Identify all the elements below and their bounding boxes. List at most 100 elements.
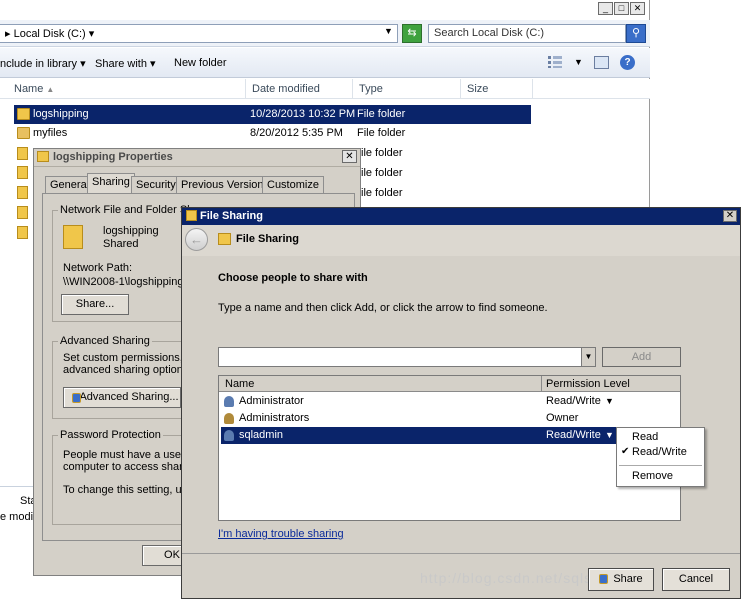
network-sharing-group-title: Network File and Folder Sha	[58, 204, 202, 216]
tab-customize[interactable]: Customize	[262, 176, 324, 193]
file-type: ile folder	[361, 167, 403, 179]
file-row[interactable]: myfiles 8/20/2012 5:35 PM File folder	[14, 124, 531, 143]
views-icon[interactable]	[548, 56, 562, 68]
user-icon	[224, 396, 234, 407]
folder-icon	[37, 151, 49, 162]
share-button-label: Share	[613, 573, 643, 585]
preview-pane-icon[interactable]	[594, 56, 609, 69]
menu-item-read-write[interactable]: Read/Write	[632, 446, 687, 458]
views-dropdown-icon[interactable]: ▼	[574, 57, 583, 67]
close-icon[interactable]: ✕	[723, 210, 737, 222]
column-divider	[541, 376, 542, 392]
column-name[interactable]: Name	[225, 378, 254, 390]
chevron-down-icon[interactable]: ▼	[605, 393, 614, 410]
share-state: Shared	[103, 238, 139, 250]
maximize-button[interactable]: □	[614, 2, 629, 15]
file-type: ile folder	[361, 147, 403, 159]
search-icon[interactable]: ⚲	[626, 24, 646, 43]
people-combo-input[interactable]	[218, 347, 596, 367]
folder-icon	[17, 226, 28, 239]
advanced-sharing-button[interactable]: Advanced Sharing...	[63, 387, 181, 408]
password-protection-desc: To change this setting, use	[63, 484, 194, 496]
folder-icon	[17, 108, 30, 120]
column-size[interactable]: Size	[461, 79, 533, 99]
address-bar[interactable]: ▸ Local Disk (C:) ▾	[0, 24, 398, 43]
search-input[interactable]: Search Local Disk (C:)	[428, 24, 626, 43]
folder-icon	[17, 186, 28, 199]
user-name: sqladmin	[239, 429, 284, 441]
menu-item-remove[interactable]: Remove	[632, 470, 673, 482]
shield-icon	[599, 574, 608, 584]
tab-security[interactable]: Security	[131, 176, 181, 193]
file-sharing-title: File Sharing	[200, 210, 263, 222]
permission-level[interactable]: Read/Write	[546, 427, 601, 444]
include-in-library-label: nclude in library	[0, 58, 78, 70]
folder-icon	[17, 147, 28, 160]
menu-item-read[interactable]: Read	[632, 431, 658, 443]
permission-level[interactable]: Read/Write	[546, 393, 601, 410]
refresh-icon[interactable]: ⇆	[402, 24, 422, 43]
advanced-sharing-group-title: Advanced Sharing	[58, 335, 152, 347]
file-row[interactable]: logshipping 10/28/2013 10:32 PM File fol…	[14, 105, 531, 124]
minimize-button[interactable]: _	[598, 2, 613, 15]
column-name[interactable]: Name ▲	[8, 79, 246, 99]
advanced-sharing-desc: advanced sharing options.	[63, 364, 192, 376]
address-text: Local Disk (C:)	[13, 28, 86, 40]
chevron-down-icon[interactable]: ▼	[581, 348, 595, 366]
trouble-sharing-link[interactable]: I'm having trouble sharing	[218, 528, 344, 540]
chevron-down-icon[interactable]: ▼	[605, 427, 614, 444]
wizard-heading: Choose people to share with	[218, 272, 368, 284]
file-type: File folder	[357, 108, 406, 120]
window-controls: _ □ ✕	[598, 2, 648, 16]
advanced-sharing-label: Advanced Sharing...	[79, 391, 179, 403]
network-path-value: \\WIN2008-1\logshipping	[63, 276, 184, 288]
address-chevron-icon: ▸	[5, 28, 14, 40]
sort-up-icon: ▲	[46, 85, 55, 94]
column-date-modified[interactable]: Date modified	[246, 79, 353, 99]
user-icon	[224, 430, 234, 441]
column-name-label: Name	[14, 83, 44, 95]
include-in-library-menu[interactable]: nclude in library ▾	[0, 57, 86, 70]
column-type[interactable]: Type	[353, 79, 461, 99]
permission-level: Owner	[546, 412, 579, 424]
folder-name: logshipping	[103, 225, 159, 237]
address-crumb-arrow-icon: ▾	[85, 28, 95, 40]
password-protection-group-title: Password Protection	[58, 429, 163, 441]
tab-previous-versions[interactable]: Previous Versions	[176, 176, 275, 193]
close-icon[interactable]: ✕	[342, 150, 357, 163]
file-date: 8/20/2012 5:35 PM	[250, 127, 343, 139]
list-item[interactable]: sqladmin Read/Write ▼	[221, 427, 616, 444]
address-dropdown-icon[interactable]: ▼	[384, 26, 393, 36]
share-button[interactable]: Share...	[61, 294, 129, 315]
cancel-button[interactable]: Cancel	[662, 568, 730, 591]
file-sharing-titlebar	[182, 208, 740, 225]
file-name: logshipping	[33, 108, 89, 120]
help-icon[interactable]: ?	[620, 55, 635, 70]
share-button[interactable]: Share	[588, 568, 654, 591]
check-icon: ✔	[621, 446, 630, 457]
new-folder-button[interactable]: New folder	[174, 57, 227, 69]
status-text: e modi	[0, 511, 34, 523]
file-date: 10/28/2013 10:32 PM	[250, 108, 356, 120]
close-button[interactable]: ✕	[630, 2, 645, 15]
shared-folder-icon	[17, 127, 30, 139]
user-name: Administrators	[239, 412, 310, 424]
network-path-label: Network Path:	[63, 262, 133, 274]
share-with-menu[interactable]: Share with ▾	[95, 57, 156, 70]
list-item[interactable]: Administrators Owner	[221, 410, 680, 427]
password-protection-desc: computer to access shared	[63, 461, 196, 473]
menu-divider	[619, 465, 702, 466]
user-name: Administrator	[239, 395, 304, 407]
wizard-title: File Sharing	[236, 233, 299, 245]
properties-title: logshipping Properties	[53, 151, 173, 163]
sharing-icon	[218, 233, 231, 245]
shield-icon	[72, 393, 81, 403]
add-button[interactable]: Add	[602, 347, 681, 367]
share-with-label: Share with	[95, 58, 147, 70]
folder-icon	[17, 166, 28, 179]
tab-sharing[interactable]: Sharing	[87, 173, 135, 194]
column-permission-level[interactable]: Permission Level	[546, 378, 630, 390]
back-arrow-icon[interactable]: ←	[185, 228, 208, 251]
file-type: File folder	[357, 127, 406, 139]
list-item[interactable]: Administrator Read/Write ▼	[221, 393, 680, 410]
